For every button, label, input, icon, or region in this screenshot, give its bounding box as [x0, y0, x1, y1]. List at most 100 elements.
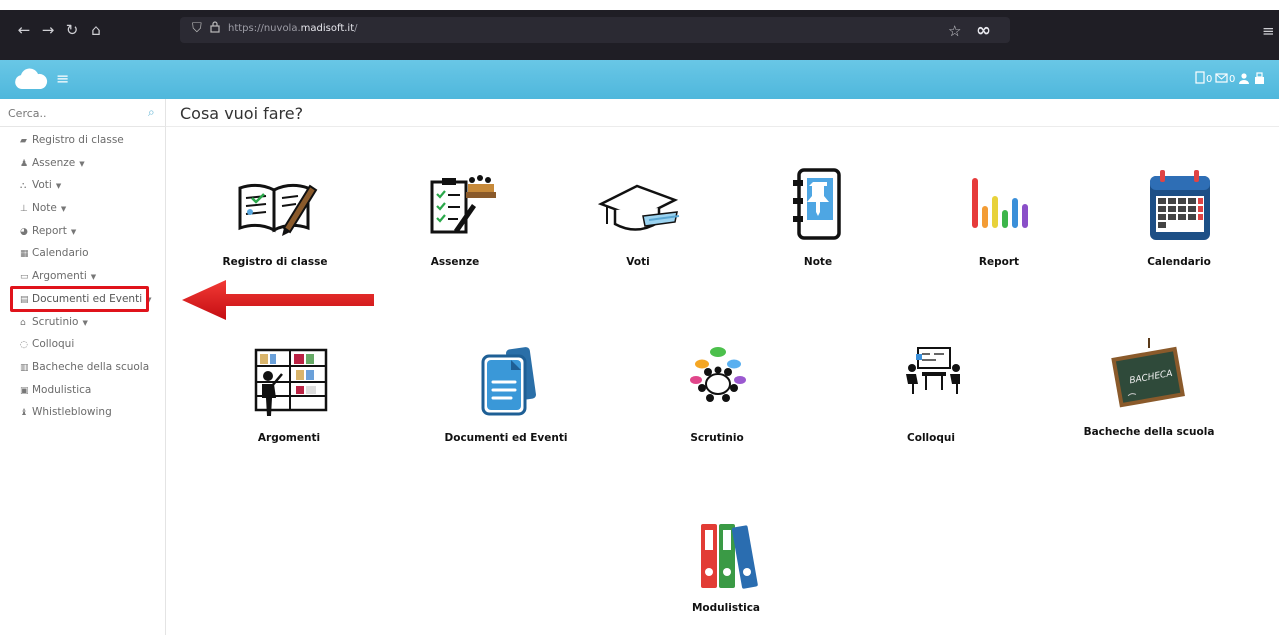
sidebar-item-label: Modulistica	[32, 383, 92, 396]
sidebar-item-note[interactable]: ⊥ Note ▼	[0, 197, 166, 220]
sidebar-item-colloqui[interactable]: ◌ Colloqui	[0, 333, 166, 356]
shield-icon[interactable]: ⛉	[192, 21, 206, 37]
svg-text:0: 0	[1229, 74, 1235, 85]
tile-assenze[interactable]: Assenze	[370, 168, 540, 268]
cloud-logo-icon[interactable]	[14, 68, 48, 90]
sidebar: ⌕ ▰Registro di classe ♟Assenze▼ ⛬Voti▼ ⊥…	[0, 99, 166, 635]
documents-icon	[481, 347, 536, 416]
sidebar-item-label: Report	[32, 224, 67, 237]
tile-label: Scrutinio	[690, 432, 744, 444]
bar-chart-icon	[972, 178, 1028, 228]
home-icon[interactable]: ⌂	[84, 18, 108, 42]
sidebar-search: ⌕	[0, 99, 166, 127]
tile-note[interactable]: Note	[733, 168, 903, 268]
sidebar-item-calendario[interactable]: ▦ Calendario	[0, 242, 166, 265]
tile-label: Modulistica	[691, 602, 761, 614]
tile-label: Colloqui	[907, 432, 955, 444]
tile-bacheche[interactable]: BACHECA Bacheche della scuola	[1064, 334, 1234, 438]
bank-icon: ⛬	[20, 181, 27, 192]
archive-icon: ▤	[20, 294, 29, 305]
board-icon: ▥	[20, 362, 29, 373]
caret-down-icon: ▼	[79, 159, 85, 168]
tile-scrutinio[interactable]: Scrutinio	[632, 344, 802, 444]
extension-infinity-icon[interactable]: ∞	[976, 20, 991, 41]
sidebar-item-argomenti[interactable]: ▭ Argomenti ▼	[0, 265, 166, 288]
sidebar-item-label: Argomenti	[32, 270, 87, 283]
pin-icon: ⊥	[20, 204, 28, 215]
page-title: Cosa vuoi fare?	[180, 104, 304, 123]
tile-registro[interactable]: Registro di classe	[190, 168, 360, 268]
tile-label: Bacheche della scuola	[1083, 426, 1215, 438]
reload-icon[interactable]: ↻	[60, 18, 84, 42]
tile-report[interactable]: Report	[914, 168, 1084, 268]
tile-modulistica[interactable]: Modulistica	[641, 518, 811, 614]
binders-icon	[701, 524, 758, 589]
back-arrow-icon[interactable]: ←	[12, 18, 36, 42]
svg-text:0: 0	[1206, 74, 1212, 85]
sidebar-item-modulistica[interactable]: ▣ Modulistica	[0, 379, 166, 402]
title-divider	[166, 126, 1279, 127]
search-input[interactable]	[8, 105, 138, 121]
sidebar-item-label: Calendario	[32, 247, 89, 260]
sidebar-item-label: Registro di classe	[32, 134, 124, 146]
tile-label: Note	[803, 256, 833, 268]
sidebar-item-label: Bacheche della scuola	[32, 360, 150, 373]
tile-label: Assenze	[430, 256, 480, 268]
book-icon: ▰	[20, 136, 27, 146]
pie-icon: ◕	[20, 226, 28, 237]
sidebar-item-label: Documenti ed Eventi	[32, 292, 143, 305]
forms-icon: ▣	[20, 385, 29, 396]
tile-argomenti[interactable]: Argomenti	[204, 344, 374, 444]
tile-calendario[interactable]: Calendario	[1094, 168, 1264, 268]
sidebar-item-assenze[interactable]: ♟ Assenze ▼	[0, 152, 166, 175]
notebook-pin-icon	[793, 168, 841, 240]
calendar-icon	[1150, 170, 1210, 240]
sidebar-item-label: Whistleblowing	[32, 406, 112, 419]
whistle-icon: ♝	[20, 408, 29, 419]
caret-down-icon: ▼	[146, 295, 152, 304]
chat-icon: ◌	[20, 340, 28, 351]
sidebar-item-report[interactable]: ◕ Report ▼	[0, 220, 166, 243]
caret-down-icon: ▼	[90, 273, 97, 282]
graduation-cap-icon	[597, 184, 680, 231]
folder-icon: ▭	[20, 272, 29, 283]
tile-label: Argomenti	[257, 432, 321, 444]
meeting-table-icon	[690, 347, 746, 402]
sidebar-item-documenti[interactable]: ▤ Documenti ed Eventi ▼	[0, 288, 166, 311]
sidebar-item-label: Colloqui	[32, 338, 75, 351]
sidebar-item-registro[interactable]: ▰ Registro di classe	[0, 129, 166, 152]
calendar-icon: ▦	[20, 249, 29, 260]
app-header: ≡ 0 0	[0, 60, 1279, 99]
tile-colloqui[interactable]: Colloqui	[846, 344, 1016, 444]
caret-down-icon: ▼	[82, 318, 88, 327]
caret-down-icon: ▼	[70, 227, 77, 236]
browser-menu-icon[interactable]: ≡	[1262, 22, 1275, 40]
menu-toggle-icon[interactable]: ≡	[56, 69, 69, 88]
teacher-shelves-icon	[254, 348, 328, 416]
tile-label: Documenti ed Eventi	[444, 432, 568, 444]
sidebar-item-label: Scrutinio	[32, 315, 79, 328]
tile-voti[interactable]: Voti	[553, 168, 723, 268]
tile-documenti[interactable]: Documenti ed Eventi	[421, 344, 591, 444]
address-bar[interactable]: ⛉ https://nuvola.madisoft.it/	[180, 17, 1010, 43]
sidebar-item-scrutinio[interactable]: ⌂ Scrutinio ▼	[0, 311, 166, 334]
bookmark-star-icon[interactable]: ☆	[948, 22, 961, 40]
clipboard-checklist-icon	[430, 175, 496, 234]
sidebar-item-bacheche[interactable]: ▥ Bacheche della scuola	[0, 356, 166, 379]
red-arrow-annotation	[182, 280, 374, 320]
url-text[interactable]: https://nuvola.madisoft.it/	[228, 23, 358, 34]
window-top-strip	[0, 0, 1279, 10]
forward-arrow-icon[interactable]: →	[36, 18, 60, 42]
tile-label: Voti	[626, 256, 650, 268]
graduation-icon: ⌂	[20, 317, 26, 328]
sidebar-item-whistleblowing[interactable]: ♝ Whistleblowing	[0, 401, 166, 424]
sidebar-item-voti[interactable]: ⛬ Voti ▼	[0, 174, 166, 197]
caret-down-icon: ▼	[55, 182, 62, 191]
sidebar-item-label: Voti	[32, 179, 52, 192]
sidebar-nav: ▰ Registro di classe ♟ Assenze ▼ ⛬ Voti ▼ ⊥ No…	[0, 129, 166, 424]
lock-icon[interactable]	[210, 21, 220, 36]
tile-label: Calendario	[1147, 256, 1211, 268]
search-icon[interactable]: ⌕	[148, 105, 155, 120]
header-notifications[interactable]: 0 0	[1195, 71, 1271, 88]
caret-down-icon: ▼	[60, 205, 67, 214]
